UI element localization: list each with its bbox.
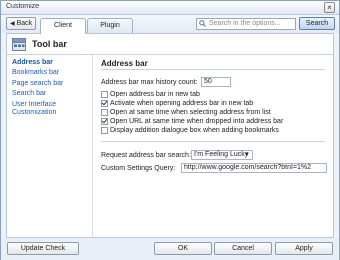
back-label: Back: [16, 20, 33, 27]
checkbox-label: Open URL at same time when dropped into …: [110, 118, 284, 125]
section-title: Address bar: [101, 59, 148, 68]
history-count-field[interactable]: 50: [201, 77, 231, 87]
checkbox-label: Activate when opening address bar in new…: [110, 100, 254, 107]
tab-client[interactable]: Client: [40, 18, 86, 34]
history-count-label: Address bar max history count:: [101, 79, 198, 86]
checkbox-label: Open at same time when selecting address…: [110, 109, 271, 116]
dialog-footer: Update Check OK Cancel Apply: [1, 238, 339, 260]
back-button[interactable]: ◀ Back: [6, 17, 36, 30]
checkbox-open-on-drop[interactable]: [101, 118, 108, 125]
search-placeholder: Search in the options...: [209, 20, 281, 27]
section-divider: [101, 69, 325, 70]
window-title: Customize: [6, 3, 40, 10]
custom-query-label: Custom Settings Query:: [101, 165, 176, 172]
checkbox-bookmark-dialog[interactable]: [101, 127, 108, 134]
checkbox-open-on-select[interactable]: [101, 109, 108, 116]
sidebar-item-customization[interactable]: Customization: [12, 109, 56, 117]
apply-button[interactable]: Apply: [275, 242, 333, 255]
page-title: Tool bar: [32, 39, 67, 49]
checkbox-label: Display addition dialogue box when addin…: [110, 127, 279, 134]
title-bar: Customize ×: [1, 1, 339, 15]
update-check-button[interactable]: Update Check: [7, 242, 79, 255]
section-divider: [101, 141, 325, 142]
ok-button[interactable]: OK: [154, 242, 212, 255]
close-button[interactable]: ×: [324, 2, 335, 13]
checkbox-open-in-new-tab[interactable]: [101, 91, 108, 98]
tab-plugin[interactable]: Plugin: [87, 18, 133, 33]
checkbox-activate-new-tab[interactable]: [101, 100, 108, 107]
settings-content: Address bar Bookmarks bar Page search ba…: [6, 55, 334, 238]
search-input[interactable]: Search in the options...: [196, 18, 296, 30]
checkbox-label: Open address bar in new tab: [110, 91, 200, 98]
sidebar-item-user-interface[interactable]: User Interface: [12, 101, 56, 109]
search-icon: [199, 20, 206, 27]
sidebar-item-search-bar[interactable]: Search bar: [12, 90, 46, 98]
custom-query-field[interactable]: http://www.google.com/search?btnI=1%2: [181, 163, 327, 173]
request-search-label: Request address bar search:: [101, 152, 191, 159]
sidebar-item-page-search-bar[interactable]: Page search bar: [12, 80, 63, 88]
page-header: Tool bar: [6, 33, 334, 55]
chevron-down-icon: ▼: [244, 152, 250, 158]
sidebar-item-bookmarks-bar[interactable]: Bookmarks bar: [12, 69, 59, 77]
settings-sidebar: Address bar Bookmarks bar Page search ba…: [7, 55, 93, 237]
search-button[interactable]: Search: [299, 17, 335, 30]
request-search-dropdown[interactable]: I'm Feeling Lucky ▼: [191, 150, 253, 160]
sidebar-item-address-bar[interactable]: Address bar: [12, 59, 53, 67]
cancel-button[interactable]: Cancel: [214, 242, 272, 255]
back-arrow-icon: ◀: [10, 21, 15, 27]
settings-main: Address bar Address bar max history coun…: [99, 55, 329, 237]
customize-window: Customize × ◀ Back Client Plugin Search i…: [0, 0, 340, 260]
request-search-value: I'm Feeling Lucky: [194, 151, 249, 158]
navigation-bar: ◀ Back Client Plugin Search in the option…: [1, 15, 339, 34]
toolbar-icon: [12, 38, 26, 51]
